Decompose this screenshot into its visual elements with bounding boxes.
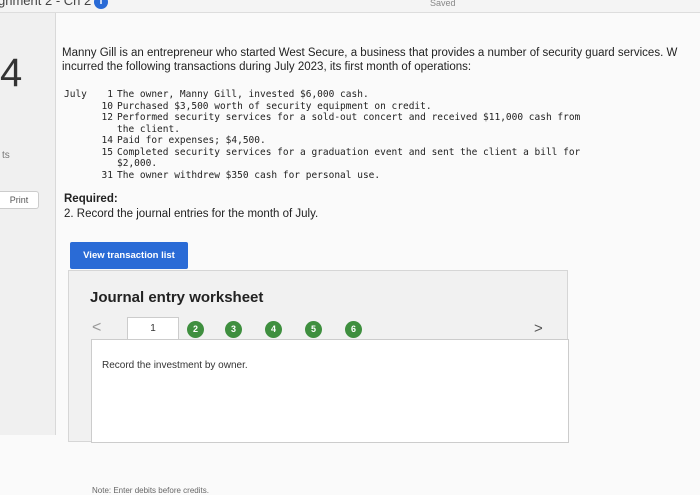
- step-button[interactable]: 6: [345, 321, 362, 338]
- view-transaction-list-button[interactable]: View transaction list: [70, 242, 188, 269]
- assignment-title: gnment 2 - Ch 2: [0, 0, 92, 8]
- step-button[interactable]: 4: [265, 321, 282, 338]
- transaction-list: July 1 The owner, Manny Gill, invested $…: [64, 89, 637, 181]
- transaction-month: [64, 101, 95, 113]
- info-icon[interactable]: i: [94, 0, 108, 9]
- transaction-row: 10 Purchased $3,500 worth of security eq…: [64, 101, 637, 113]
- transaction-day: 31: [101, 169, 113, 181]
- transaction-day: 14: [101, 135, 113, 146]
- question-sidebar: 4 ts Print: [0, 13, 56, 435]
- step-button[interactable]: 2: [187, 321, 204, 338]
- entry-instruction: Record the investment by owner.: [102, 360, 248, 371]
- transaction-month: [64, 147, 95, 170]
- transaction-text: Completed security services for a gradua…: [117, 146, 581, 170]
- transaction-row: 14 Paid for expenses; $4,500.: [64, 135, 637, 147]
- transaction-text: The owner withdrew $350 cash for persona…: [117, 169, 381, 181]
- intro-line-2: incurred the following transactions duri…: [62, 61, 472, 73]
- transaction-row: 15 Completed security services for a gra…: [64, 147, 637, 170]
- entry-note: Note: Enter debits before credits.: [92, 486, 209, 495]
- transaction-month: July: [64, 89, 87, 100]
- transaction-day: 15: [101, 146, 113, 158]
- required-label: Required:: [64, 193, 118, 205]
- top-bar: gnment 2 - Ch 2 i Saved: [0, 0, 700, 13]
- problem-intro: Manny Gill is an entrepreneur who starte…: [62, 46, 698, 74]
- transaction-month: [64, 170, 95, 182]
- points-label: ts: [2, 150, 10, 161]
- transaction-row: 31 The owner withdrew $350 cash for pers…: [64, 170, 637, 182]
- step-button[interactable]: 3: [225, 321, 242, 338]
- saved-status: Saved: [430, 0, 456, 8]
- transaction-day: 1: [107, 89, 113, 100]
- required-text: 2. Record the journal entries for the mo…: [64, 208, 319, 220]
- transaction-day: 10: [101, 100, 113, 112]
- entry-panel: Record the investment by owner. Note: En…: [91, 339, 569, 495]
- transaction-text: The owner, Manny Gill, invested $6,000 c…: [117, 89, 369, 100]
- intro-line-1: Manny Gill is an entrepreneur who starte…: [62, 47, 678, 59]
- print-button[interactable]: Print: [0, 191, 39, 209]
- question-number: 4: [0, 51, 23, 95]
- step-button[interactable]: 5: [305, 321, 322, 338]
- chevron-right-icon[interactable]: >: [534, 320, 543, 337]
- transaction-month: [64, 135, 95, 147]
- worksheet-page-tab[interactable]: 1: [127, 317, 179, 340]
- transaction-day: 12: [101, 112, 113, 123]
- transaction-text: Performed security services for a sold-o…: [117, 112, 581, 135]
- transaction-text: Paid for expenses; $4,500.: [117, 135, 266, 146]
- transaction-row: July 1 The owner, Manny Gill, invested $…: [64, 89, 637, 101]
- chevron-left-icon[interactable]: <: [92, 319, 101, 337]
- transaction-text: Purchased $3,500 worth of security equip…: [117, 100, 432, 112]
- transaction-month: [64, 112, 95, 135]
- transaction-row: 12 Performed security services for a sol…: [64, 112, 637, 135]
- journal-entry-worksheet: Journal entry worksheet < 1 2 3 4 5 6 > …: [68, 270, 569, 495]
- worksheet-title: Journal entry worksheet: [90, 289, 264, 306]
